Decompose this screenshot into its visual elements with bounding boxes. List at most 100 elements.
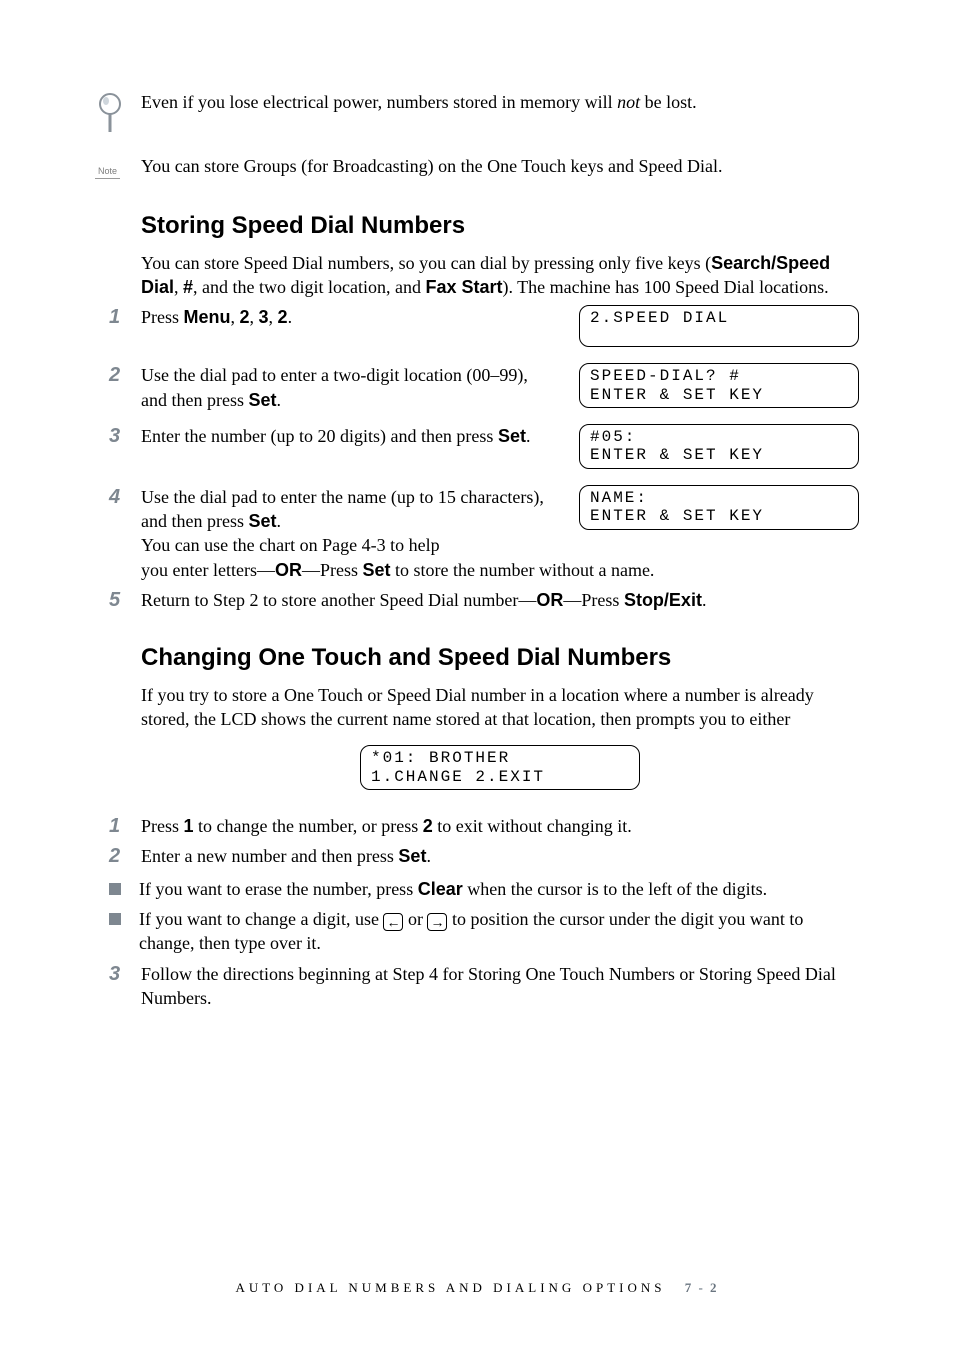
- step-number: 3: [95, 962, 141, 986]
- arrow-left-icon: ←: [383, 913, 403, 931]
- step-text-cont: you enter letters—OR—Press Set to store …: [141, 558, 859, 582]
- txt: Set: [248, 511, 276, 531]
- sec2-bullets: If you want to erase the number, press C…: [95, 877, 859, 956]
- txt: ,: [231, 307, 240, 327]
- page-footer: AUTO DIAL NUMBERS AND DIALING OPTIONS 7 …: [0, 1279, 954, 1297]
- txt: 3: [259, 307, 269, 327]
- txt: If you want to change a digit, use: [139, 909, 383, 929]
- sec1-steps: 1 Press Menu, 2, 3, 2. 2.SPEED DIAL 2 Us…: [95, 305, 859, 612]
- txt: Menu: [184, 307, 231, 327]
- step-text: Enter the number (up to 20 digits) and t…: [141, 424, 549, 479]
- txt: 2: [278, 307, 288, 327]
- txt: If you want to erase the number, press: [139, 879, 418, 899]
- sec2-intro: If you try to store a One Touch or Speed…: [141, 683, 859, 732]
- txt: Set: [362, 560, 390, 580]
- step-number: 1: [95, 305, 141, 329]
- lcd-display: 2.SPEED DIAL: [579, 305, 859, 347]
- txt: or: [403, 909, 427, 929]
- step-3: 3 Enter the number (up to 20 digits) and…: [95, 424, 859, 479]
- txt: Clear: [418, 879, 463, 899]
- bullet-text: If you want to erase the number, press C…: [139, 877, 767, 901]
- step-text: Use the dial pad to enter the name (up t…: [141, 485, 549, 558]
- txt: Set: [498, 426, 526, 446]
- txt: OR: [275, 560, 302, 580]
- txt: OR: [536, 590, 563, 610]
- step-number: 3: [95, 424, 141, 448]
- txt: .: [526, 426, 531, 446]
- note-label: Note: [95, 163, 120, 179]
- txt: ,: [174, 277, 183, 297]
- magnifier-icon: [95, 92, 135, 136]
- step-1: 1 Press Menu, 2, 3, 2. 2.SPEED DIAL: [95, 305, 859, 357]
- tip-emph: not: [617, 92, 640, 112]
- step-5: 5 Return to Step 2 to store another Spee…: [95, 588, 859, 612]
- step-number: 1: [95, 814, 141, 838]
- tip-text: Even if you lose electrical power, numbe…: [141, 90, 859, 114]
- arrow-right-icon: →: [427, 913, 447, 931]
- txt: Return to Step 2 to store another Speed …: [141, 590, 536, 610]
- txt: ,: [269, 307, 278, 327]
- sec2-steps: 1 Press 1 to change the number, or press…: [95, 814, 859, 869]
- txt: 2: [423, 816, 433, 836]
- txt: .: [277, 390, 282, 410]
- note-text: You can store Groups (for Broadcasting) …: [141, 154, 859, 178]
- txt: to exit without changing it.: [433, 816, 632, 836]
- txt: , and the two digit location, and: [193, 277, 425, 297]
- lcd-display: SPEED-DIAL? # ENTER & SET KEY: [579, 363, 859, 408]
- tip-text-after: be lost.: [640, 92, 697, 112]
- txt: —Press: [563, 590, 624, 610]
- step-3: 3 Follow the directions beginning at Ste…: [95, 962, 859, 1011]
- txt: to change the number, or press: [194, 816, 423, 836]
- txt: .: [426, 846, 431, 866]
- txt: Set: [398, 846, 426, 866]
- tip-callout: Even if you lose electrical power, numbe…: [95, 90, 859, 136]
- step-number: 4: [95, 485, 141, 509]
- txt: Enter the number (up to 20 digits) and t…: [141, 426, 498, 446]
- step-text: Press 1 to change the number, or press 2…: [141, 814, 859, 838]
- txt: Use the dial pad to enter the name (up t…: [141, 487, 544, 531]
- step-text: Enter a new number and then press Set.: [141, 844, 859, 868]
- txt: You can store Speed Dial numbers, so you…: [141, 253, 711, 273]
- step-text: Return to Step 2 to store another Speed …: [141, 588, 859, 612]
- txt: Fax Start: [425, 277, 502, 297]
- sec2-steps-cont: 3 Follow the directions beginning at Ste…: [95, 962, 859, 1011]
- note-icon: Note: [95, 156, 135, 180]
- step-1: 1 Press 1 to change the number, or press…: [95, 814, 859, 838]
- bullet-erase: If you want to erase the number, press C…: [95, 877, 859, 901]
- step-2: 2 Enter a new number and then press Set.: [95, 844, 859, 868]
- txt: #: [183, 277, 193, 297]
- bullet-change-digit: If you want to change a digit, use ← or …: [95, 907, 859, 956]
- step-number: 2: [95, 363, 141, 387]
- txt: when the cursor is to the left of the di…: [463, 879, 767, 899]
- tip-text-before: Even if you lose electrical power, numbe…: [141, 92, 617, 112]
- txt: Set: [248, 390, 276, 410]
- bullet-text: If you want to change a digit, use ← or …: [139, 907, 859, 956]
- lcd-display: *01: BROTHER 1.CHANGE 2.EXIT: [360, 745, 640, 790]
- txt: 1: [184, 816, 194, 836]
- txt: ). The machine has 100 Speed Dial locati…: [503, 277, 829, 297]
- heading-changing-numbers: Changing One Touch and Speed Dial Number…: [141, 642, 859, 674]
- txt: 2: [240, 307, 250, 327]
- txt: .: [288, 307, 293, 327]
- step-text: Press Menu, 2, 3, 2.: [141, 305, 549, 357]
- step-number: 5: [95, 588, 141, 612]
- lcd-display: NAME: ENTER & SET KEY: [579, 485, 859, 530]
- footer-title: AUTO DIAL NUMBERS AND DIALING OPTIONS: [235, 1280, 665, 1295]
- txt: Use the dial pad to enter a two-digit lo…: [141, 365, 528, 409]
- txt: .: [702, 590, 707, 610]
- txt: Enter a new number and then press: [141, 846, 398, 866]
- sec1-intro: You can store Speed Dial numbers, so you…: [141, 251, 859, 300]
- footer-page: 7 - 2: [685, 1280, 719, 1295]
- txt: Stop/Exit: [624, 590, 702, 610]
- step-text: Follow the directions beginning at Step …: [141, 962, 859, 1011]
- txt: Press: [141, 307, 184, 327]
- lcd-display: #05: ENTER & SET KEY: [579, 424, 859, 469]
- txt: to store the number without a name.: [391, 560, 655, 580]
- txt: ,: [250, 307, 259, 327]
- heading-storing-speed-dial: Storing Speed Dial Numbers: [141, 210, 859, 242]
- step-2: 2 Use the dial pad to enter a two-digit …: [95, 363, 859, 418]
- step-4: 4 Use the dial pad to enter the name (up…: [95, 485, 859, 582]
- txt: you enter letters—: [141, 560, 275, 580]
- step-text: Use the dial pad to enter a two-digit lo…: [141, 363, 549, 418]
- step-number: 2: [95, 844, 141, 868]
